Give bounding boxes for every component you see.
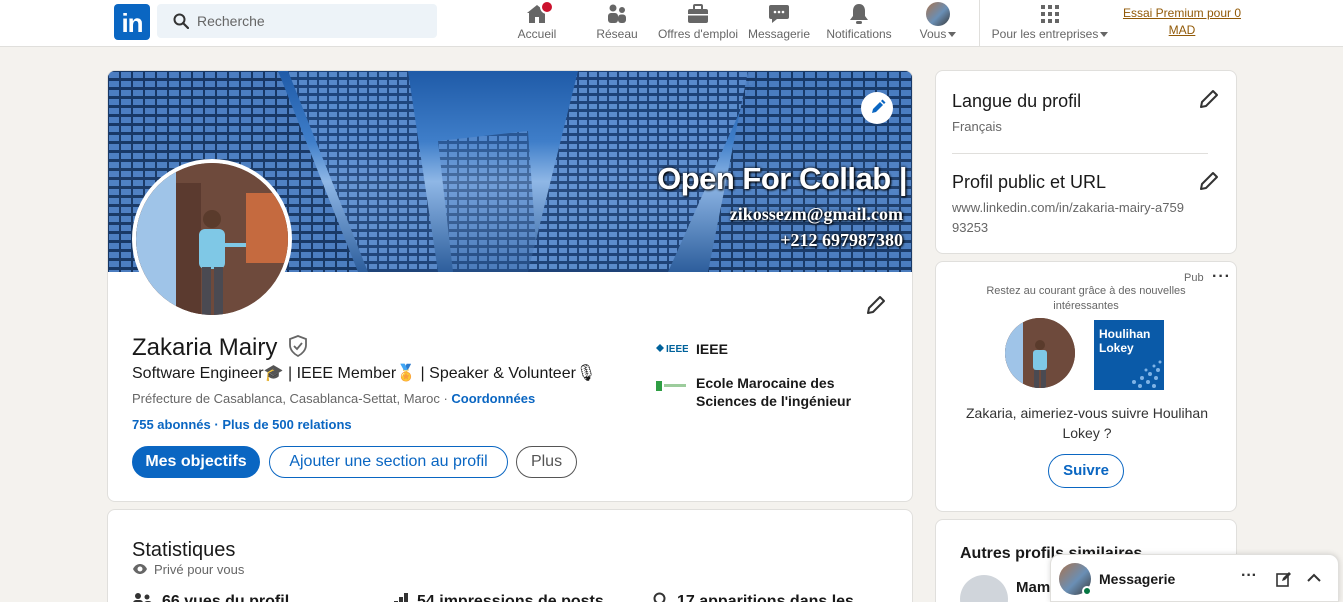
ad-member-avatar — [1005, 318, 1075, 388]
svg-text:IEEE: IEEE — [666, 344, 688, 355]
pencil-icon — [872, 99, 886, 113]
edit-language-pencil-icon[interactable] — [1197, 87, 1221, 111]
profile-card: Open For Collab | zikossezm@gmail.com +2… — [107, 70, 913, 502]
search-icon — [173, 13, 189, 29]
messaging-overlay[interactable]: Messagerie ··· — [1050, 554, 1339, 602]
avatar[interactable] — [960, 575, 1008, 602]
public-url-value: www.linkedin.com/in/zakaria-mairy-a75993… — [952, 200, 1184, 235]
connections-link[interactable]: · Plus de 500 relations — [211, 417, 351, 432]
follow-button[interactable]: Suivre — [1048, 454, 1124, 488]
profile-name: Zakaria Mairy — [132, 334, 308, 362]
profile-settings-card: Langue du profil Français Profil public … — [935, 70, 1237, 254]
compose-icon[interactable] — [1276, 571, 1292, 587]
add-section-button[interactable]: Ajouter une section au profil — [269, 446, 508, 478]
ad-text: Restez au courant grâce à des nouvelles … — [986, 285, 1186, 312]
nav-me[interactable]: Vous — [912, 0, 964, 47]
stat-profile-views[interactable]: 66 vues du profil — [132, 592, 289, 602]
briefcase-icon — [688, 4, 708, 23]
chevron-up-icon[interactable] — [1306, 572, 1322, 584]
nav-network[interactable]: Réseau — [594, 0, 640, 47]
search-input[interactable] — [197, 4, 427, 38]
edit-intro-pencil-icon[interactable] — [864, 293, 888, 317]
premium-trial-link[interactable]: Essai Premium pour 0 MAD — [1122, 5, 1242, 39]
public-url-title: Profil public et URL — [952, 172, 1107, 192]
search-bar[interactable] — [157, 4, 437, 38]
grid-icon — [1041, 5, 1059, 23]
houlihan-lokey-logo: Houlihan Lokey — [1094, 320, 1164, 390]
nav-jobs[interactable]: Offres d'emploi — [654, 0, 742, 47]
ad-question: Zakaria, aimeriez-vous suivre Houlihan L… — [966, 405, 1208, 441]
nav-notifications[interactable]: Notifications — [822, 0, 896, 47]
edit-url-pencil-icon[interactable] — [1197, 169, 1221, 193]
followers-link[interactable]: 755 abonnés — [132, 417, 211, 432]
stat-search-appearances[interactable]: 17 apparitions dans les — [653, 592, 854, 602]
notification-badge — [540, 0, 554, 14]
goals-button[interactable]: Mes objectifs — [132, 446, 260, 478]
people-icon — [133, 593, 152, 602]
messaging-label: Messagerie — [1099, 571, 1176, 587]
top-navigation: in Accueil Réseau Offres d'emploi — [0, 0, 1343, 47]
bar-chart-icon — [394, 593, 408, 602]
cover-email: zikossezm@gmail.com — [729, 204, 903, 224]
similar-profile-name[interactable]: Mam — [1016, 579, 1050, 596]
bell-icon — [850, 4, 868, 24]
svg-text:Lokey: Lokey — [1099, 341, 1134, 355]
stats-privacy: Privé pour vous — [132, 562, 244, 577]
svg-text:Houlihan: Houlihan — [1099, 327, 1150, 341]
nav-messaging[interactable]: Messagerie — [746, 0, 812, 47]
profile-location: Préfecture de Casablanca, Casablanca-Set… — [132, 391, 536, 406]
ad-label: Pub — [1184, 272, 1204, 284]
stats-title: Statistiques — [132, 539, 236, 561]
online-status-icon — [1082, 586, 1092, 596]
eye-icon — [133, 564, 147, 574]
network-icon — [608, 4, 626, 23]
edit-cover-button[interactable] — [861, 92, 893, 124]
cover-title: Open For Collab | — [657, 161, 907, 196]
experience-ieee[interactable]: IEEE — [696, 341, 728, 357]
profile-language-value: Français — [952, 119, 1002, 134]
more-options-icon[interactable]: ··· — [1241, 567, 1257, 585]
education-emsi[interactable]: Ecole Marocaine des Sciences de l'ingéni… — [696, 374, 896, 410]
search-icon — [653, 592, 666, 602]
nav-business[interactable]: Pour les entreprises — [988, 0, 1112, 47]
contact-info-link[interactable]: Coordonnées — [451, 391, 535, 406]
more-options-icon[interactable]: ··· — [1212, 268, 1231, 286]
profile-language-title: Langue du profil — [952, 91, 1082, 111]
chevron-down-icon — [1100, 32, 1109, 38]
divider — [952, 153, 1208, 154]
nav-home[interactable]: Accueil — [512, 0, 562, 47]
profile-counts: 755 abonnés · Plus de 500 relations — [132, 417, 352, 432]
more-button[interactable]: Plus — [516, 446, 577, 478]
stat-post-impressions[interactable]: 54 impressions de posts — [393, 592, 604, 602]
nav-divider — [979, 0, 980, 47]
profile-headline: Software Engineer🎓 | IEEE Member🏅 | Spea… — [132, 365, 597, 382]
stats-card: Statistiques Privé pour vous 66 vues du … — [107, 509, 913, 602]
profile-photo[interactable] — [132, 159, 292, 319]
verified-shield-icon — [289, 335, 307, 358]
cover-phone: +212 697987380 — [780, 230, 903, 250]
ieee-logo: IEEE — [656, 344, 688, 355]
avatar — [926, 2, 950, 26]
ad-card: Pub ··· Restez au courant grâce à des no… — [935, 261, 1237, 512]
chat-icon — [769, 5, 789, 23]
emsi-logo — [656, 381, 686, 391]
linkedin-logo[interactable]: in — [114, 4, 150, 40]
chevron-down-icon — [948, 32, 957, 38]
